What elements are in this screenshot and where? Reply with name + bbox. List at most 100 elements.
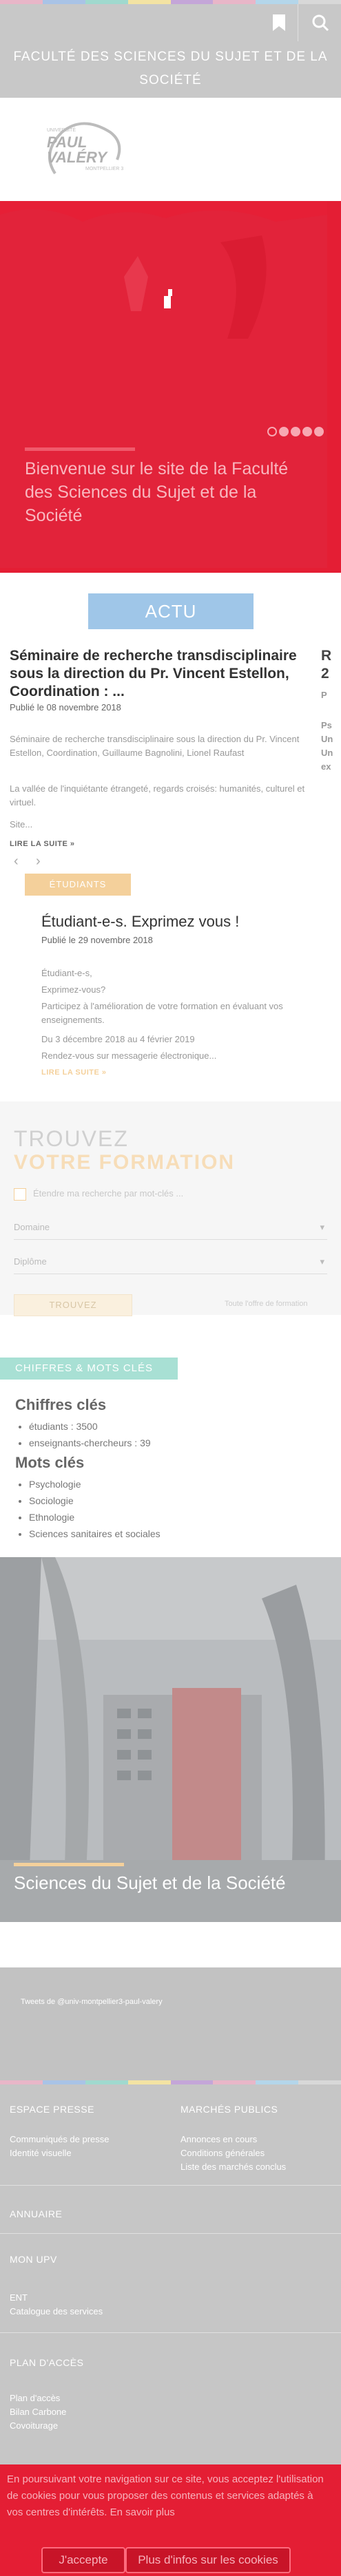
news-title-text[interactable]: Séminaire de recherche transdisciplinair… (10, 648, 297, 699)
building-rule (14, 1863, 124, 1866)
slider-dot[interactable] (291, 427, 300, 436)
cookie-more-button[interactable]: Plus d'infos sur les cookies (125, 2547, 291, 2573)
cookie-banner: En poursuivant votre navigation sur ce s… (0, 2464, 341, 2576)
footer-heading[interactable]: MON UPV (10, 2254, 57, 2265)
footer-link[interactable]: Bilan Carbone (10, 2405, 66, 2419)
search-icon (312, 14, 329, 32)
twitter-block: Tweets de @univ-montpellier3-paul-valery (0, 1967, 341, 2084)
divider (0, 2185, 341, 2186)
cookie-text: En poursuivant votre navigation sur ce s… (7, 2473, 324, 2518)
keyword-checkbox[interactable] (14, 1188, 26, 1201)
hero-title[interactable]: Bienvenue sur le site de la Faculté des … (25, 457, 314, 527)
trouvez-title: TROUVEZ (14, 1126, 129, 1151)
slider-dots (265, 427, 324, 440)
list-item: Ethnologie (29, 1509, 161, 1525)
trouvez-subtitle: VOTRE FORMATION (14, 1151, 236, 1174)
chevron-down-icon: ▾ (320, 1222, 324, 1232)
list-item: Sociologie (29, 1492, 161, 1509)
keyword-checkbox-label: Étendre ma recherche par mot-clés ... (33, 1188, 184, 1199)
chiffres-list: étudiants : 3500 enseignants-chercheurs … (29, 1418, 151, 1451)
footer-heading[interactable]: ANNUAIRE (10, 2208, 62, 2219)
chevron-down-icon: ▾ (320, 1256, 324, 1267)
chiffres-heading: Chiffres clés (15, 1396, 107, 1413)
footer-link[interactable]: Communiqués de presse (10, 2133, 110, 2146)
slider-dot[interactable] (267, 427, 277, 436)
cookie-accept-button[interactable]: J'accepte (41, 2547, 125, 2573)
all-formations-link[interactable]: Toute l'offre de formation (225, 1300, 308, 1308)
building-image[interactable]: Sciences du Sujet et de la Société (0, 1557, 341, 1922)
domaine-select-value: Domaine (14, 1222, 50, 1232)
slider-dot[interactable] (279, 427, 289, 436)
news-read-more[interactable]: LIRE LA SUITE » (10, 840, 75, 848)
diplome-select[interactable]: Diplôme ▾ (14, 1250, 327, 1274)
next-news-letter: 2 (321, 666, 329, 682)
domaine-select[interactable]: Domaine ▾ (14, 1216, 327, 1240)
next-news-letter: R (321, 648, 332, 664)
divider (0, 2332, 341, 2333)
news2-line: Exprimez-vous? (41, 984, 106, 995)
actu-button[interactable]: ACTU (88, 593, 254, 629)
footer-link[interactable]: Covoiturage (10, 2419, 58, 2433)
news-summary: Séminaire de recherche transdisciplinair… (10, 734, 300, 758)
footer-link[interactable]: Annonces en cours (180, 2133, 257, 2146)
list-item: étudiants : 3500 (29, 1418, 151, 1435)
next-news-line: ex (321, 761, 331, 772)
slider-dot[interactable] (314, 427, 324, 436)
next-news-line: Ps (321, 720, 332, 730)
chiffres-tag: CHIFFRES & MOTS CLÉS (0, 1358, 178, 1380)
list-item: Psychologie (29, 1476, 161, 1492)
news2-date: Publié le 29 novembre 2018 (41, 935, 153, 945)
bookmark-icon (273, 14, 285, 31)
next-news-line: Un (321, 734, 333, 744)
logo-line3: VALÉRY (47, 149, 107, 166)
footer-link[interactable]: Catalogue des services (10, 2305, 103, 2319)
news2-line: Rendez-vous sur messagerie électronique.… (41, 1051, 217, 1061)
pager-next-icon[interactable]: › (36, 854, 41, 869)
footer-heading[interactable]: MARCHÉS PUBLICS (180, 2104, 278, 2115)
motscles-heading: Mots clés (15, 1454, 85, 1471)
footer-heading[interactable]: ESPACE PRESSE (10, 2104, 94, 2115)
list-item: Sciences sanitaires et sociales (29, 1525, 161, 1542)
footer-link[interactable]: ENT (10, 2291, 28, 2305)
logo-line1: UNIVERSITÉ (47, 128, 76, 133)
footer-link[interactable]: Conditions générales (180, 2146, 265, 2160)
building-photo (0, 1557, 341, 1922)
news-tag[interactable]: ÉTUDIANTS (25, 874, 131, 896)
hero-rule (25, 447, 135, 451)
logo-area: UNIVERSITÉ PAUL VALÉRY MONTPELLIER 3 (0, 98, 341, 201)
diplome-select-value: Diplôme (14, 1256, 47, 1267)
twitter-link[interactable]: Tweets de @univ-montpellier3-paul-valery (21, 1998, 163, 2006)
footer-link[interactable]: Identité visuelle (10, 2146, 72, 2160)
building-caption[interactable]: Sciences du Sujet et de la Société (14, 1872, 286, 1894)
news2-read-more[interactable]: LIRE LA SUITE » (41, 1068, 107, 1077)
search-button[interactable] (302, 4, 339, 41)
news2-line: Participez à l'amélioration de votre for… (41, 1001, 283, 1025)
bookmark-button[interactable] (260, 4, 298, 41)
next-news-peek[interactable]: R 2 P Ps Un Un ex (321, 647, 333, 774)
footer-link[interactable]: Liste des marchés conclus (180, 2160, 286, 2174)
pager-prev-icon[interactable]: ‹ (14, 854, 19, 869)
footer: ESPACE PRESSE Communiqués de presse Iden… (0, 2084, 341, 2470)
university-logo[interactable]: UNIVERSITÉ PAUL VALÉRY MONTPELLIER 3 (34, 118, 131, 180)
slider-dot[interactable] (302, 427, 312, 436)
faculty-name[interactable]: FACULTÉ DES SCIENCES DU SUJET ET DE LA S… (0, 41, 341, 98)
news-date: Publié le 08 novembre 2018 (10, 702, 121, 712)
news-text-more: Site... (10, 819, 33, 830)
news2-line: Du 3 décembre 2018 au 4 février 2019 (41, 1034, 195, 1044)
news2-line: Étudiant-e-s, (41, 968, 92, 978)
news2-title[interactable]: Étudiant-e-s. Exprimez vous ! (41, 913, 239, 931)
top-bar (0, 4, 341, 41)
news-title[interactable]: Séminaire de recherche transdisciplinair… (10, 647, 320, 701)
trouvez-button[interactable]: TROUVEZ (14, 1294, 132, 1316)
hero-slider[interactable]: Bienvenue sur le site de la Faculté des … (0, 201, 341, 573)
list-item: enseignants-chercheurs : 39 (29, 1435, 151, 1451)
motscles-list: Psychologie Sociologie Ethnologie Scienc… (29, 1476, 161, 1542)
logo-line4: MONTPELLIER 3 (85, 167, 124, 171)
footer-link[interactable]: Plan d'accès (10, 2392, 60, 2405)
next-news-date: P (321, 690, 327, 700)
news-text: La vallée de l'inquiétante étrangeté, re… (10, 783, 305, 807)
footer-heading[interactable]: PLAN D'ACCÈS (10, 2357, 83, 2368)
divider (0, 2233, 341, 2234)
trouvez-section: TROUVEZ VOTRE FORMATION Étendre ma reche… (0, 1101, 341, 1316)
next-news-line: Un (321, 748, 333, 758)
